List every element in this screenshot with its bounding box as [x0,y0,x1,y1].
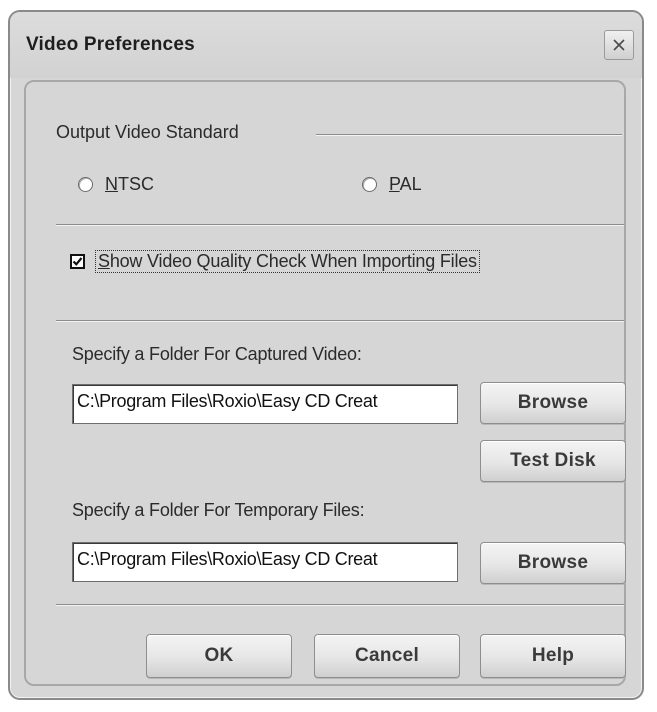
close-icon [612,38,626,52]
dialog-content-panel: Output Video Standard NTSC PAL Show Vide… [24,80,626,686]
section-divider [56,604,624,606]
captured-folder-input[interactable]: C:\Program Files\Roxio\Easy CD Creat [72,384,458,424]
dialog-title: Video Preferences [26,34,195,55]
radio-ntsc-label: NTSC [105,174,154,194]
radio-ntsc[interactable]: NTSC [78,174,154,195]
radio-pal-label: PAL [389,174,422,194]
temp-folder-label: Specify a Folder For Temporary Files: [72,500,365,520]
title-bar[interactable]: Video Preferences [10,12,642,78]
section-divider [56,224,624,226]
radio-ntsc-circle[interactable] [78,177,93,192]
quality-check-checkbox[interactable] [70,254,85,269]
quality-check-label: Show Video Quality Check When Importing … [95,250,480,273]
group-divider [316,134,622,136]
radio-pal[interactable]: PAL [362,174,422,195]
video-preferences-dialog: Video Preferences Output Video Standard … [8,10,644,700]
captured-browse-button[interactable]: Browse [480,382,626,424]
checkmark-icon [72,257,83,266]
test-disk-button[interactable]: Test Disk [480,440,626,482]
section-divider [56,320,624,322]
cancel-button[interactable]: Cancel [314,634,460,678]
radio-pal-circle[interactable] [362,177,377,192]
close-button[interactable] [604,30,634,60]
quality-check-option[interactable]: Show Video Quality Check When Importing … [70,250,480,273]
captured-folder-label: Specify a Folder For Captured Video: [72,344,362,364]
ok-button[interactable]: OK [146,634,292,678]
temp-folder-input[interactable]: C:\Program Files\Roxio\Easy CD Creat [72,542,458,582]
output-standard-group-label: Output Video Standard [56,122,249,143]
temp-browse-button[interactable]: Browse [480,542,626,584]
help-button[interactable]: Help [480,634,626,678]
